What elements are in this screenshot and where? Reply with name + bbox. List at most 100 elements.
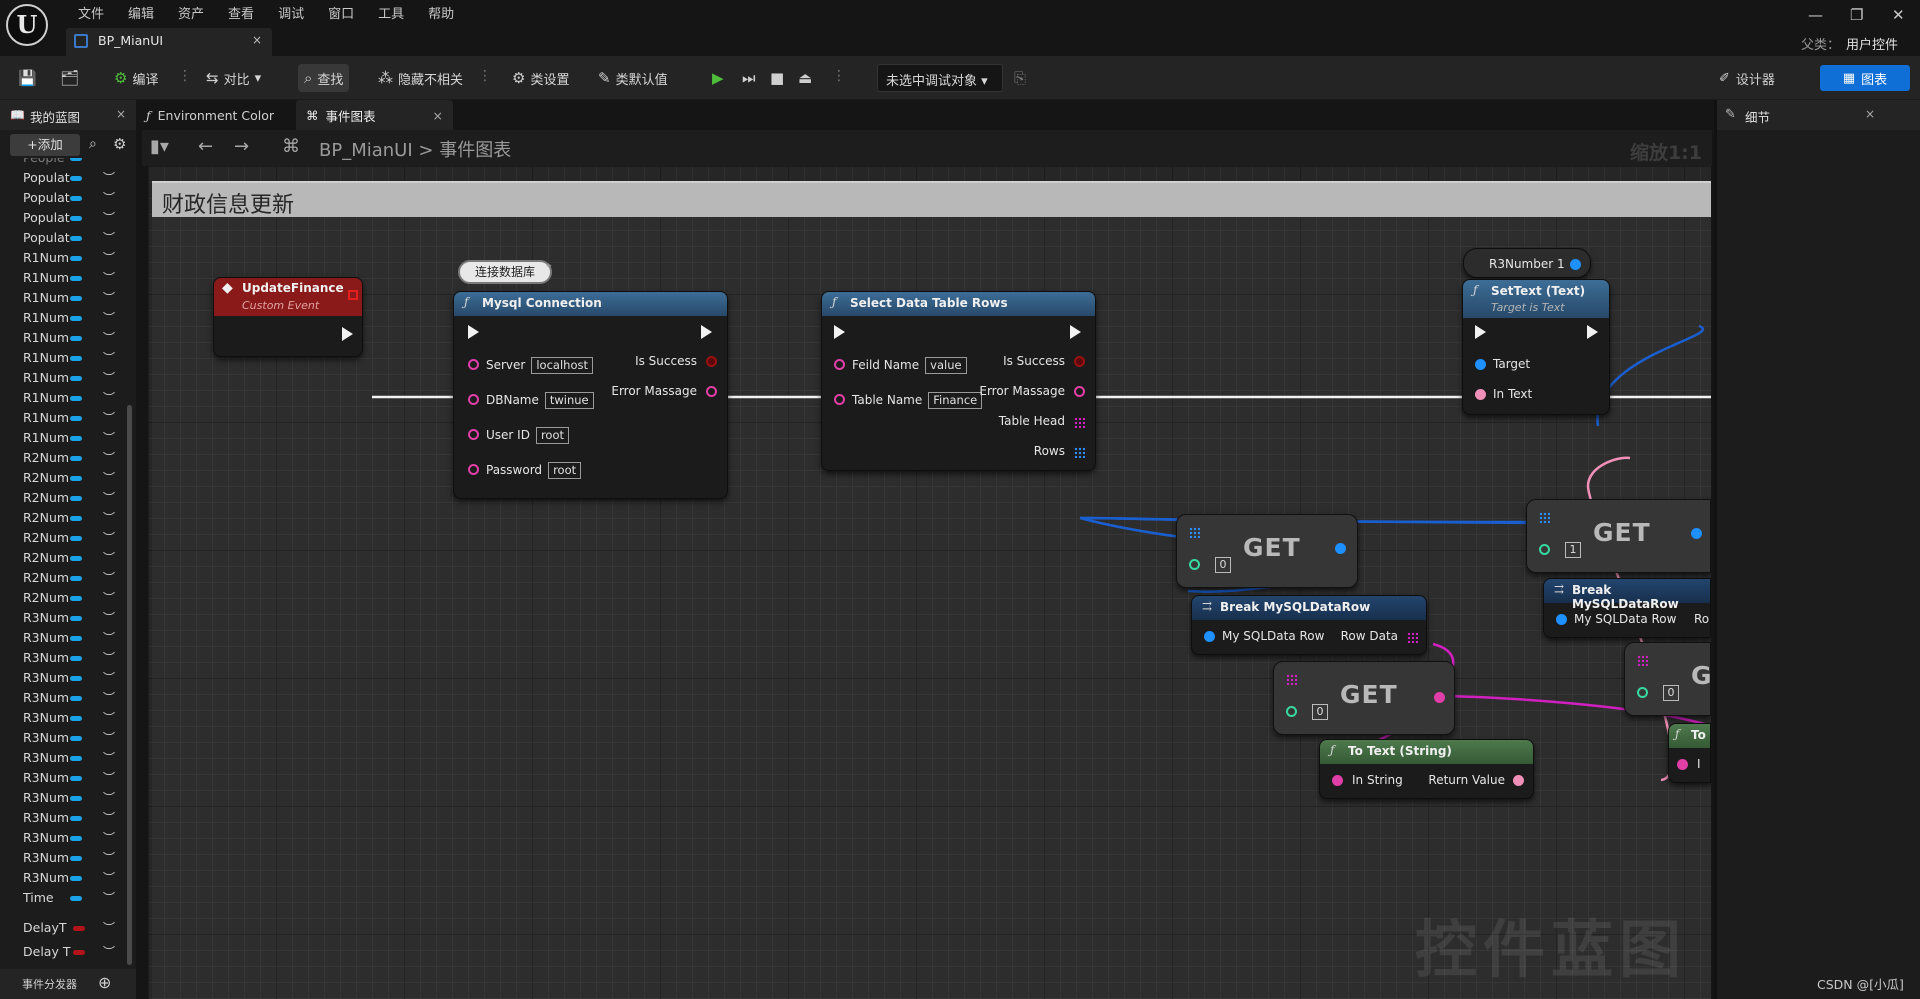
delegate-pin[interactable] [348,290,358,300]
array-input-pin[interactable] [1637,655,1648,666]
list-item[interactable]: R3Num ︶ [0,668,124,688]
list-item[interactable]: R3Num ︶ [0,648,124,668]
eye-icon[interactable]: ︶ [103,943,115,960]
text-pin[interactable] [1475,389,1486,400]
debug-object-select[interactable]: 未选中调试对象 ▾ [877,64,1003,92]
list-item[interactable]: R2Num ︶ [0,488,124,508]
list-item[interactable]: R1Num ︶ [0,388,124,408]
input-in-text[interactable]: In Text [1475,387,1532,401]
output-return-value[interactable]: Return Value [1428,773,1505,787]
list-item[interactable]: R3Num ︶ [0,748,124,768]
eye-icon[interactable]: ︶ [103,509,115,526]
list-item[interactable]: R3Num ︶ [0,708,124,728]
node-break-mysql-data-row[interactable]: ⇉ Break MySQLDataRow My SQLData Row Row … [1191,595,1427,655]
list-item[interactable]: R1Num ︶ [0,268,124,288]
string-output-pin[interactable] [1074,386,1085,397]
eye-icon[interactable]: ︶ [103,629,115,646]
eye-icon[interactable]: ︶ [103,569,115,586]
exec-output-pin[interactable] [701,325,712,339]
node-select-data-table-rows[interactable]: ƒ Select Data Table Rows Feild Name value… [821,291,1096,471]
int-input-pin[interactable] [1189,559,1200,570]
list-item[interactable]: Delay T ︶ [0,942,124,966]
close-window-icon[interactable]: ✕ [1892,6,1905,24]
graph-mode-button[interactable]: ▦ 图表 [1820,65,1910,91]
restore-icon[interactable]: ❐ [1850,6,1863,24]
int-input-pin[interactable] [1286,706,1297,717]
node-array-get[interactable]: GET 0 [1176,514,1358,588]
pin-comment-icon[interactable]: ⌖ [546,261,552,272]
exec-input-pin[interactable] [834,325,845,339]
eye-icon[interactable]: ︶ [103,789,115,806]
node-update-finance[interactable]: ◆ UpdateFinance Custom Event [213,277,363,357]
breadcrumb-root[interactable]: BP_MianUI [319,140,413,161]
bool-output-pin[interactable] [1074,356,1085,367]
back-arrow-icon[interactable]: ← [198,136,213,157]
menu-window[interactable]: 窗口 [316,2,366,23]
output-error-massage[interactable]: Error Massage [611,384,697,398]
eye-icon[interactable]: ︶ [103,469,115,486]
output-table-head[interactable]: Table Head [999,414,1065,428]
pin-value-field[interactable]: value [925,357,967,374]
item-output-pin[interactable] [1691,528,1702,539]
eye-icon[interactable]: ︶ [103,689,115,706]
list-item[interactable]: R1Num ︶ [0,288,124,308]
close-tab-icon[interactable]: × [433,108,443,123]
string-pin[interactable] [1677,759,1688,770]
list-item[interactable]: Populat ︶ [0,228,124,248]
list-item[interactable]: R2Num ︶ [0,448,124,468]
pin-value-field[interactable]: root [548,462,582,479]
output-error-massage[interactable]: Error Massage [979,384,1065,398]
compile-button[interactable]: ⚙ 编译 [108,64,164,92]
hide-unrelated-button[interactable]: ⁂ 隐藏不相关 [372,64,469,92]
add-dispatcher-icon[interactable]: ⊕ [98,973,111,992]
index-field[interactable]: 0 [1312,704,1328,720]
string-pin[interactable] [468,464,479,475]
debug-target-button[interactable]: ⎘ [1008,64,1032,92]
list-item[interactable]: R3Num ︶ [0,788,124,808]
string-pin[interactable] [834,359,845,370]
list-item[interactable]: R1Num ︶ [0,428,124,448]
unreal-logo-icon[interactable]: U [6,4,48,46]
menu-view[interactable]: 查看 [216,2,266,23]
parent-class-link[interactable]: 用户控件 [1846,38,1898,53]
list-item[interactable]: R2Num ︶ [0,468,124,488]
text-output-pin[interactable] [1513,775,1524,786]
list-item[interactable]: R1Num ︶ [0,408,124,428]
close-tab-icon[interactable]: × [252,33,262,47]
index-field[interactable]: 1 [1565,542,1581,558]
input-server[interactable]: Server localhost [468,357,593,374]
string-array-pin[interactable] [1407,632,1418,643]
list-item[interactable]: Populat ︶ [0,168,124,188]
menu-debug[interactable]: 调试 [266,2,316,23]
diff-button[interactable]: ⇆ 对比 ▾ [200,64,267,92]
list-item[interactable]: Populat ︶ [0,188,124,208]
int-input-pin[interactable] [1637,687,1648,698]
bool-output-pin[interactable] [706,356,717,367]
list-item[interactable]: R1Num ︶ [0,308,124,328]
eye-icon[interactable]: ︶ [103,169,115,186]
menu-help[interactable]: 帮助 [416,2,466,23]
item-output-pin[interactable] [1335,543,1346,554]
list-item[interactable]: R3Num ︶ [0,848,124,868]
class-defaults-button[interactable]: ✎ 类默认值 [592,64,674,92]
list-item[interactable]: Time ︶ [0,888,124,908]
array-input-pin[interactable] [1286,674,1297,685]
output-is-success[interactable]: Is Success [635,354,697,368]
tab-environment-color[interactable]: ƒ Environment Color [136,100,284,130]
step-button[interactable]: ⏭ [736,64,762,92]
string-array-pin[interactable] [1074,417,1085,428]
input-in-string[interactable]: I [1677,757,1701,771]
gear-icon[interactable]: ⚙ [113,135,126,153]
object-output-pin[interactable] [1570,259,1581,270]
forward-arrow-icon[interactable]: → [234,136,249,157]
eye-icon[interactable]: ︶ [103,229,115,246]
eye-icon[interactable]: ︶ [103,669,115,686]
node-array-get[interactable]: G 0 [1624,642,1711,716]
eye-icon[interactable]: ︶ [103,349,115,366]
list-item[interactable]: R3Num ︶ [0,828,124,848]
input-target[interactable]: Target [1475,357,1530,371]
document-tab-bp-mianui[interactable]: BP_MianUI × [66,28,272,56]
eye-icon[interactable]: ︶ [103,809,115,826]
save-button[interactable]: 💾 [12,64,43,92]
exec-input-pin[interactable] [468,325,479,339]
